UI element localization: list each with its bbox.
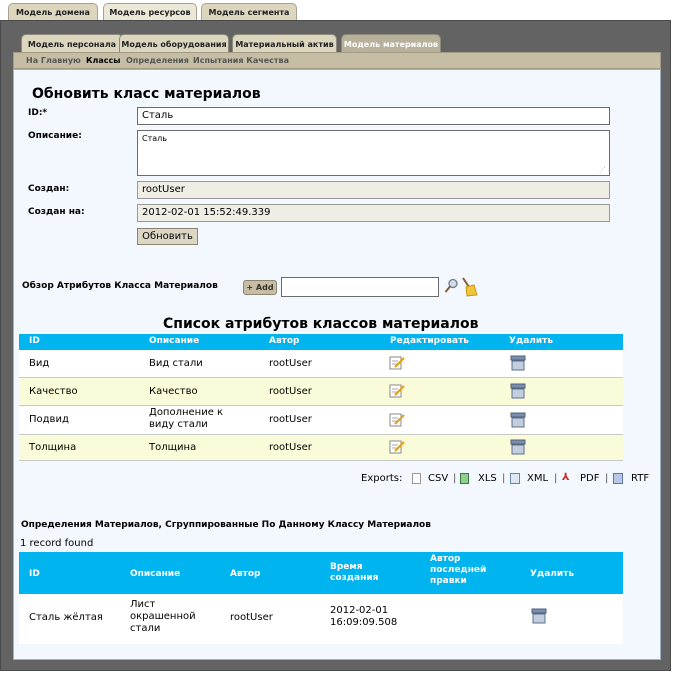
delete-icon[interactable] xyxy=(509,355,527,374)
attr-desc-cell: Дополнение к виду стали xyxy=(149,407,224,430)
export-xls-link[interactable]: XLS xyxy=(478,473,497,484)
export-rtf-link[interactable]: RTF xyxy=(631,473,649,484)
attr-table-header: ID Описание Автор Редактировать Удалить xyxy=(19,334,623,350)
export-csv-link[interactable]: CSV xyxy=(428,473,448,484)
pdf-icon[interactable]: ⅄ xyxy=(562,472,570,483)
page-title: Обновить класс материалов xyxy=(32,86,261,102)
created-by-label: Создан: xyxy=(28,184,70,194)
def-id-cell[interactable]: Сталь жёлтая xyxy=(29,612,103,623)
nav-bar: На Главную Классы Определения Испытания … xyxy=(13,52,661,69)
edit-icon[interactable] xyxy=(389,384,405,401)
created-on-field: 2012-02-01 15:52:49.339 xyxy=(137,204,610,222)
table-row: Вид Вид стали rootUser xyxy=(19,350,623,378)
export-xml-link[interactable]: XML xyxy=(527,473,548,484)
attr-desc-cell: Толщина xyxy=(149,442,197,453)
defs-col-description[interactable]: Описание xyxy=(130,569,180,579)
attr-col-author[interactable]: Автор xyxy=(269,336,300,346)
tab-segment-model[interactable]: Модель сегмента xyxy=(201,3,297,20)
edit-icon[interactable] xyxy=(389,356,405,373)
id-label: ID:* xyxy=(28,108,48,118)
attr-search-input[interactable] xyxy=(281,277,439,297)
delete-icon[interactable] xyxy=(509,412,527,431)
rtf-icon[interactable] xyxy=(613,473,623,484)
nav-definitions-link[interactable]: Определения xyxy=(126,53,189,68)
def-time-cell: 2012-02-01 16:09:09.508 xyxy=(330,605,398,628)
tab-material-model[interactable]: Модель материалов xyxy=(341,34,441,53)
defs-table-header: ID Описание Автор Время создания Автор п… xyxy=(19,552,623,594)
attr-id-cell[interactable]: Подвид xyxy=(29,414,69,425)
csv-icon[interactable] xyxy=(412,473,421,484)
attr-id-cell[interactable]: Толщина xyxy=(29,442,76,453)
definitions-title: Определения Материалов, Сгруппированные … xyxy=(21,520,431,530)
xls-icon[interactable] xyxy=(460,473,469,484)
def-desc-cell: Лист окрашенной стали xyxy=(130,599,196,634)
exports-separator: | xyxy=(605,473,609,484)
tab-physical-asset[interactable]: Материальный актив xyxy=(232,34,337,53)
exports-label: Exports: xyxy=(361,473,403,484)
defs-col-id[interactable]: ID xyxy=(29,569,40,579)
exports-separator: | xyxy=(554,473,558,484)
attr-col-delete: Удалить xyxy=(509,336,554,346)
add-attribute-button[interactable]: + Add xyxy=(243,280,277,295)
attr-list-title: Список атрибутов классов материалов xyxy=(163,316,479,332)
attr-col-description[interactable]: Описание xyxy=(149,336,199,346)
id-input[interactable]: Сталь xyxy=(137,107,610,125)
created-on-label: Создан на: xyxy=(28,207,85,217)
table-row: Толщина Толщина rootUser xyxy=(19,435,623,461)
edit-icon[interactable] xyxy=(389,440,405,457)
record-count: 1 record found xyxy=(20,538,94,549)
update-button[interactable]: Обновить xyxy=(137,228,198,245)
tab-personnel-model[interactable]: Модель персонала xyxy=(21,34,123,53)
description-label: Описание: xyxy=(28,131,82,141)
sub-tab-bar: Модель персонала Модель оборудования Мат… xyxy=(13,34,661,53)
xml-icon[interactable] xyxy=(510,473,520,484)
nav-classes-link[interactable]: Классы xyxy=(86,53,121,68)
table-row: Подвид Дополнение к виду стали rootUser xyxy=(19,406,623,435)
attr-author-cell: rootUser xyxy=(269,358,312,369)
delete-icon[interactable] xyxy=(509,439,527,458)
search-icon[interactable] xyxy=(444,278,459,294)
nav-quality-tests-link[interactable]: Испытания Качества xyxy=(193,53,289,68)
attr-author-cell: rootUser xyxy=(269,386,312,397)
tab-equipment-model[interactable]: Модель оборудования xyxy=(119,34,229,53)
def-author-cell: rootUser xyxy=(230,612,273,623)
attr-id-cell[interactable]: Качество xyxy=(29,386,78,397)
attr-desc-cell: Качество xyxy=(149,386,198,397)
description-textarea[interactable]: Сталь ⋰ xyxy=(137,130,610,176)
attr-author-cell: rootUser xyxy=(269,442,312,453)
export-pdf-link[interactable]: PDF xyxy=(580,473,599,484)
exports-separator: | xyxy=(502,473,506,484)
resize-grip-icon[interactable]: ⋰ xyxy=(599,166,606,174)
defs-col-author[interactable]: Автор xyxy=(230,569,261,579)
exports-bar: Exports: CSV | XLS | XML | ⅄ PDF | RTF xyxy=(361,472,657,487)
defs-col-created-time[interactable]: Время создания xyxy=(330,562,390,584)
created-by-field: rootUser xyxy=(137,181,610,199)
table-row: Сталь жёлтая Лист окрашенной стали rootU… xyxy=(19,594,623,644)
tab-domain-model[interactable]: Модель домена xyxy=(8,3,98,20)
table-row: Качество Качество rootUser xyxy=(19,378,623,406)
attr-col-id[interactable]: ID xyxy=(29,336,40,346)
defs-col-last-editor[interactable]: Автор последней правки xyxy=(430,554,500,587)
content-area: Обновить класс материалов ID:* Сталь Опи… xyxy=(13,69,661,660)
nav-home-link[interactable]: На Главную xyxy=(26,53,81,68)
attr-col-edit: Редактировать xyxy=(390,336,469,346)
clear-broom-icon[interactable] xyxy=(460,277,478,297)
delete-icon[interactable] xyxy=(530,608,548,627)
top-tab-bar: Модель домена Модель ресурсов Модель сег… xyxy=(0,0,673,22)
delete-icon[interactable] xyxy=(509,383,527,402)
attr-author-cell: rootUser xyxy=(269,414,312,425)
description-text: Сталь xyxy=(142,134,167,143)
tab-resource-model[interactable]: Модель ресурсов xyxy=(103,3,197,20)
attr-search-label: Обзор Атрибутов Класса Материалов xyxy=(22,281,218,291)
defs-col-delete: Удалить xyxy=(530,569,575,579)
exports-separator: | xyxy=(453,473,457,484)
edit-icon[interactable] xyxy=(389,413,405,430)
attr-desc-cell: Вид стали xyxy=(149,358,203,369)
attr-id-cell[interactable]: Вид xyxy=(29,358,49,369)
